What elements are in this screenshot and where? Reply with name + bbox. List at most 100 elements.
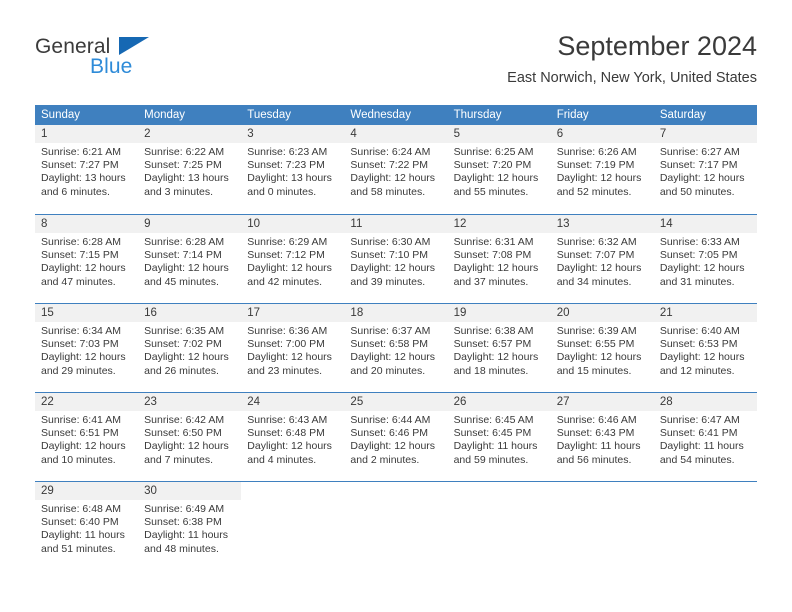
sunset-text: Sunset: 6:41 PM [659,427,738,440]
day-number-band: 27 [550,393,654,411]
day-info: Sunrise: 6:44 AM Sunset: 6:46 PM Dayligh… [344,411,447,467]
daylight-text-line2: and 58 minutes. [350,185,426,198]
day-cell[interactable]: 2 Sunrise: 6:22 AM Sunset: 7:25 PM Dayli… [138,125,242,214]
day-number: 12 [453,218,467,230]
day-cell[interactable]: 12 Sunrise: 6:31 AM Sunset: 7:08 PM Dayl… [447,215,551,303]
daylight-text-line1: Daylight: 12 hours [556,172,642,185]
day-cell[interactable]: 16 Sunrise: 6:35 AM Sunset: 7:02 PM Dayl… [138,304,242,392]
day-number: 18 [350,307,364,319]
day-cell[interactable]: 11 Sunrise: 6:30 AM Sunset: 7:10 PM Dayl… [344,215,448,303]
day-cell[interactable]: 24 Sunrise: 6:43 AM Sunset: 6:48 PM Dayl… [241,393,345,481]
day-number-band: 3 [241,125,345,143]
day-cell[interactable]: 29 Sunrise: 6:48 AM Sunset: 6:40 PM Dayl… [35,482,139,570]
day-number: 23 [144,396,157,408]
daylight-text-line1: Daylight: 12 hours [453,262,539,275]
day-cell[interactable]: 7 Sunrise: 6:27 AM Sunset: 7:17 PM Dayli… [653,125,757,214]
daylight-text-line1: Daylight: 12 hours [41,262,126,275]
sunrise-text: Sunrise: 6:46 AM [556,414,637,426]
day-number: 3 [247,128,254,140]
day-number: 11 [350,218,363,230]
day-cell[interactable]: 26 Sunrise: 6:45 AM Sunset: 6:45 PM Dayl… [447,393,551,481]
day-number: 6 [556,128,564,140]
sunrise-text: Sunrise: 6:48 AM [41,503,121,515]
day-number-band: 15 [35,304,139,322]
day-number-band: 29 [35,482,139,500]
day-number: 22 [41,396,54,408]
sunrise-text: Sunrise: 6:49 AM [144,503,225,515]
day-cell-empty [344,482,448,570]
sunrise-text: Sunrise: 6:39 AM [556,325,637,337]
day-cell[interactable]: 20 Sunrise: 6:39 AM Sunset: 6:55 PM Dayl… [550,304,654,392]
day-number: 14 [659,218,673,230]
day-cell-empty [447,482,551,570]
sunrise-text: Sunrise: 6:25 AM [453,146,534,158]
day-cell[interactable]: 19 Sunrise: 6:38 AM Sunset: 6:57 PM Dayl… [447,304,551,392]
sunset-text: Sunset: 7:12 PM [247,249,325,262]
day-number-band: 5 [447,125,551,143]
day-number: 17 [247,307,261,319]
day-cell[interactable]: 23 Sunrise: 6:42 AM Sunset: 6:50 PM Dayl… [138,393,242,481]
day-cell-empty [653,482,757,570]
sunrise-text: Sunrise: 6:29 AM [247,236,328,248]
weekday-saturday: Saturday [659,109,706,121]
sunset-text: Sunset: 6:53 PM [659,338,738,351]
day-number: 20 [556,307,570,319]
sunrise-text: Sunrise: 6:27 AM [659,146,740,158]
sunset-text: Sunset: 7:20 PM [453,159,532,172]
daylight-text-line1: Daylight: 12 hours [247,351,332,364]
day-info: Sunrise: 6:45 AM Sunset: 6:45 PM Dayligh… [448,411,551,467]
daylight-text-line1: Daylight: 11 hours [144,529,228,542]
week-row: 8 Sunrise: 6:28 AM Sunset: 7:15 PM Dayli… [35,214,757,303]
day-cell[interactable]: 8 Sunrise: 6:28 AM Sunset: 7:15 PM Dayli… [35,215,139,303]
day-number: 13 [556,218,570,230]
day-cell[interactable]: 5 Sunrise: 6:25 AM Sunset: 7:20 PM Dayli… [447,125,551,214]
daylight-text-line1: Daylight: 13 hours [247,172,332,185]
day-cell[interactable]: 3 Sunrise: 6:23 AM Sunset: 7:23 PM Dayli… [241,125,345,214]
daylight-text-line1: Daylight: 12 hours [350,262,436,275]
daylight-text-line2: and 20 minutes. [350,364,426,377]
sunrise-text: Sunrise: 6:28 AM [41,236,121,248]
day-number-band: 16 [138,304,242,322]
day-number: 30 [144,485,157,497]
day-info: Sunrise: 6:21 AM Sunset: 7:27 PM Dayligh… [35,143,138,199]
day-cell[interactable]: 18 Sunrise: 6:37 AM Sunset: 6:58 PM Dayl… [344,304,448,392]
sunset-text: Sunset: 6:48 PM [247,427,325,440]
day-cell[interactable]: 1 Sunrise: 6:21 AM Sunset: 7:27 PM Dayli… [35,125,139,214]
day-cell[interactable]: 10 Sunrise: 6:29 AM Sunset: 7:12 PM Dayl… [241,215,345,303]
daylight-text-line1: Daylight: 12 hours [350,440,436,453]
daylight-text-line1: Daylight: 13 hours [41,172,126,185]
day-cell[interactable]: 6 Sunrise: 6:26 AM Sunset: 7:19 PM Dayli… [550,125,654,214]
day-number: 7 [659,128,667,140]
daylight-text-line2: and 52 minutes. [556,185,632,198]
day-cell[interactable]: 21 Sunrise: 6:40 AM Sunset: 6:53 PM Dayl… [653,304,757,392]
general-blue-logo[interactable]: General Blue [35,36,255,84]
day-cell[interactable]: 27 Sunrise: 6:46 AM Sunset: 6:43 PM Dayl… [550,393,654,481]
daylight-text-line1: Daylight: 11 hours [41,529,125,542]
day-cell[interactable]: 4 Sunrise: 6:24 AM Sunset: 7:22 PM Dayli… [344,125,448,214]
sunset-text: Sunset: 7:17 PM [659,159,738,172]
day-number: 16 [144,307,157,319]
day-number-band: 10 [241,215,345,233]
day-cell[interactable]: 22 Sunrise: 6:41 AM Sunset: 6:51 PM Dayl… [35,393,139,481]
sunrise-text: Sunrise: 6:42 AM [144,414,225,426]
day-number-band: 4 [344,125,448,143]
sunrise-text: Sunrise: 6:24 AM [350,146,431,158]
day-number: 1 [41,128,48,140]
day-info: Sunrise: 6:32 AM Sunset: 7:07 PM Dayligh… [551,233,654,289]
day-cell[interactable]: 13 Sunrise: 6:32 AM Sunset: 7:07 PM Dayl… [550,215,654,303]
day-cell[interactable]: 28 Sunrise: 6:47 AM Sunset: 6:41 PM Dayl… [653,393,757,481]
day-number-band: 22 [35,393,139,411]
day-cell[interactable]: 15 Sunrise: 6:34 AM Sunset: 7:03 PM Dayl… [35,304,139,392]
daylight-text-line2: and 45 minutes. [144,275,219,288]
day-cell[interactable]: 9 Sunrise: 6:28 AM Sunset: 7:14 PM Dayli… [138,215,242,303]
day-cell[interactable]: 30 Sunrise: 6:49 AM Sunset: 6:38 PM Dayl… [138,482,242,570]
sunrise-text: Sunrise: 6:36 AM [247,325,328,337]
day-cell[interactable]: 25 Sunrise: 6:44 AM Sunset: 6:46 PM Dayl… [344,393,448,481]
week-row: 1 Sunrise: 6:21 AM Sunset: 7:27 PM Dayli… [35,125,757,214]
day-number-band: 6 [550,125,654,143]
day-info: Sunrise: 6:38 AM Sunset: 6:57 PM Dayligh… [448,322,551,378]
day-cell[interactable]: 17 Sunrise: 6:36 AM Sunset: 7:00 PM Dayl… [241,304,345,392]
weekday-header-row: Sunday Monday Tuesday Wednesday Thursday… [35,105,757,125]
title-block: September 2024 East Norwich, New York, U… [507,30,757,87]
day-cell[interactable]: 14 Sunrise: 6:33 AM Sunset: 7:05 PM Dayl… [653,215,757,303]
